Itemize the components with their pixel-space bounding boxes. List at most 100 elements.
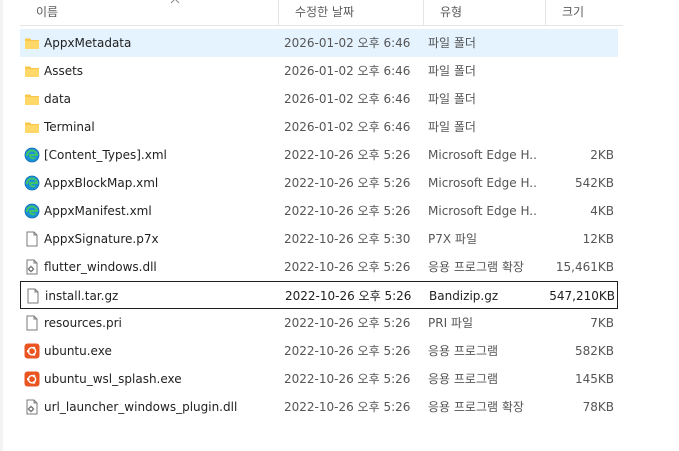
- file-modified-date: 2022-10-26 오후 5:30: [284, 232, 411, 246]
- edge-icon: [24, 147, 40, 163]
- file-size: 542KB: [574, 176, 614, 190]
- file-icon-cell: [22, 57, 40, 85]
- file-icon-cell: [22, 29, 40, 57]
- file-size: 2KB: [590, 148, 614, 162]
- column-header-name[interactable]: 이름: [20, 0, 278, 25]
- file-type: 응용 프로그램: [428, 344, 499, 358]
- file-row[interactable]: AppxSignature.p7x 2022-10-26 오후 5:30 P7X 파…: [20, 225, 618, 253]
- file-name: AppxBlockMap.xml: [44, 176, 159, 190]
- column-header-type-label: 유형: [440, 5, 463, 19]
- file-size: [530, 29, 614, 57]
- file-type: Bandizip.gz: [429, 289, 499, 303]
- file-type: Microsoft Edge H...: [428, 204, 538, 218]
- file-size: 12KB: [582, 232, 614, 246]
- file-modified-date: 2022-10-26 오후 5:26: [284, 148, 411, 162]
- file-name: ubuntu.exe: [44, 344, 112, 358]
- file-size: 145KB: [574, 372, 614, 386]
- column-header-type[interactable]: 유형: [423, 0, 545, 25]
- file-modified-date: 2026-01-02 오후 6:46: [284, 92, 411, 106]
- file-type: 응용 프로그램 확장: [428, 260, 524, 274]
- file-size: 547,210KB: [549, 289, 615, 303]
- file-list: AppxMetadata 2026-01-02 오후 6:46 파일 폴더 Asset…: [20, 29, 618, 421]
- file-name: Assets: [44, 64, 84, 78]
- file-modified-date: 2022-10-26 오후 5:26: [284, 344, 411, 358]
- file-icon-cell: [22, 225, 40, 253]
- file-type: P7X 파일: [428, 232, 477, 246]
- file-modified-date: 2022-10-26 오후 5:26: [284, 316, 411, 330]
- file-name: flutter_windows.dll: [44, 260, 157, 274]
- file-type: 응용 프로그램 확장: [428, 400, 524, 414]
- file-row[interactable]: [Content_Types].xml 2022-10-26 오후 5:26 Mic…: [20, 141, 618, 169]
- file-name: [Content_Types].xml: [44, 148, 167, 162]
- file-name: AppxMetadata: [44, 36, 132, 50]
- file-type: PRI 파일: [428, 316, 474, 330]
- column-header-size-label: 크기: [562, 5, 585, 19]
- file-icon-cell: [22, 393, 40, 421]
- edge-icon: [24, 203, 40, 219]
- file-modified-date: 2022-10-26 오후 5:26: [284, 260, 411, 274]
- file-icon-cell: [22, 141, 40, 169]
- file-icon: [24, 315, 40, 331]
- file-row[interactable]: install.tar.gz 2022-10-26 오후 5:26 Bandizip…: [20, 281, 618, 309]
- file-size: [530, 85, 614, 113]
- column-header-size[interactable]: 크기: [545, 0, 623, 25]
- file-name: AppxSignature.p7x: [44, 232, 159, 246]
- file-row[interactable]: AppxMetadata 2026-01-02 오후 6:46 파일 폴더: [20, 29, 618, 57]
- file-modified-date: 2026-01-02 오후 6:46: [284, 120, 411, 134]
- file-row[interactable]: ubuntu.exe 2022-10-26 오후 5:26 응용 프로그램 582KB: [20, 337, 618, 365]
- file-icon-cell: [22, 253, 40, 281]
- file-type: 파일 폴더: [428, 120, 476, 134]
- file-type: 파일 폴더: [428, 92, 476, 106]
- column-header-date[interactable]: 수정한 날짜: [278, 0, 423, 25]
- folder-icon: [24, 35, 40, 51]
- file-row[interactable]: resources.pri 2022-10-26 오후 5:26 PRI 파일 7KB: [20, 309, 618, 337]
- file-icon-cell: [22, 169, 40, 197]
- file-modified-date: 2022-10-26 오후 5:26: [284, 400, 411, 414]
- file-name: Terminal: [44, 120, 95, 134]
- file-name: url_launcher_windows_plugin.dll: [44, 400, 238, 414]
- file-icon-cell: [22, 365, 40, 393]
- ubuntu-icon: [24, 343, 40, 359]
- file-name: install.tar.gz: [45, 289, 119, 303]
- file-modified-date: 2022-10-26 오후 5:26: [284, 204, 411, 218]
- column-header-date-label: 수정한 날짜: [295, 5, 355, 19]
- file-type: Microsoft Edge H...: [428, 176, 538, 190]
- file-row[interactable]: data 2026-01-02 오후 6:46 파일 폴더: [20, 85, 618, 113]
- file-row[interactable]: flutter_windows.dll 2022-10-26 오후 5:26 응용 …: [20, 253, 618, 281]
- file-icon-cell: [22, 85, 40, 113]
- file-type: 파일 폴더: [428, 64, 476, 78]
- column-header-bar: 이름 수정한 날짜 유형 크기: [20, 0, 623, 26]
- file-size: [530, 57, 614, 85]
- column-header-name-label: 이름: [36, 5, 59, 19]
- file-row[interactable]: Terminal 2026-01-02 오후 6:46 파일 폴더: [20, 113, 618, 141]
- file-icon-cell: [23, 282, 41, 310]
- file-name: data: [44, 92, 72, 106]
- file-name: ubuntu_wsl_splash.exe: [44, 372, 182, 386]
- file-size: 4KB: [590, 204, 614, 218]
- file-row[interactable]: AppxManifest.xml 2022-10-26 오후 5:26 Micros…: [20, 197, 618, 225]
- file-modified-date: 2022-10-26 오후 5:26: [284, 372, 411, 386]
- file-size: 7KB: [590, 316, 614, 330]
- file-row[interactable]: ubuntu_wsl_splash.exe 2022-10-26 오후 5:26 응…: [20, 365, 618, 393]
- file-size: 15,461KB: [555, 260, 614, 274]
- folder-icon: [24, 91, 40, 107]
- file-size: 582KB: [574, 344, 614, 358]
- navigation-pane-edge: [0, 0, 3, 451]
- file-icon: [24, 231, 40, 247]
- file-type: 응용 프로그램: [428, 372, 499, 386]
- file-row[interactable]: Assets 2026-01-02 오후 6:46 파일 폴더: [20, 57, 618, 85]
- sort-ascending-icon: [170, 0, 180, 4]
- file-size: [530, 113, 614, 141]
- file-name: AppxManifest.xml: [44, 204, 152, 218]
- folder-icon: [24, 119, 40, 135]
- file-type: 파일 폴더: [428, 36, 476, 50]
- dll-icon: [24, 399, 40, 415]
- file-row[interactable]: AppxBlockMap.xml 2022-10-26 오후 5:26 Micros…: [20, 169, 618, 197]
- file-modified-date: 2026-01-02 오후 6:46: [284, 36, 411, 50]
- file-type: Microsoft Edge H...: [428, 148, 538, 162]
- file-row[interactable]: url_launcher_windows_plugin.dll 2022-10-2…: [20, 393, 618, 421]
- file-icon-cell: [22, 197, 40, 225]
- file-modified-date: 2022-10-26 오후 5:26: [285, 289, 412, 303]
- folder-icon: [24, 63, 40, 79]
- file-size: 78KB: [582, 400, 614, 414]
